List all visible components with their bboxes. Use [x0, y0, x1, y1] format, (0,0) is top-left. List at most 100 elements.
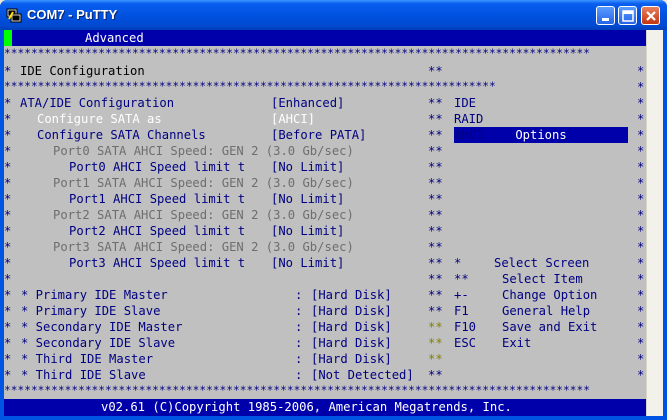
column-divider: ** [428, 128, 443, 142]
border-right: * [637, 304, 645, 318]
option-raid[interactable]: RAID [454, 111, 483, 127]
copyright-text: v02.61 (C)Copyright 1985-2006, American … [101, 400, 512, 414]
border-left: * [4, 256, 12, 270]
border-left: * [4, 64, 12, 78]
border-left: * [4, 128, 12, 142]
primary-ide-master-value[interactable]: [Hard Disk] [311, 287, 392, 303]
setting-sata-as-label[interactable]: Configure SATA as [37, 111, 162, 127]
border-right: * [637, 336, 645, 350]
help-desc: General Help [502, 304, 591, 318]
device-separator: : [295, 368, 303, 382]
port1-speed-limit-label[interactable]: Port1 AHCI Speed limit t [69, 191, 245, 207]
column-divider: ** [428, 224, 443, 238]
port0-speed-limit-value[interactable]: [No Limit] [271, 159, 344, 175]
vertical-scrollbar[interactable] [646, 30, 663, 416]
secondary-ide-slave-label[interactable]: * Secondary IDE Slave [21, 335, 175, 351]
border-right: * [637, 352, 645, 366]
setting-ata-ide-value[interactable]: [Enhanced] [271, 95, 344, 111]
column-divider: ** [428, 352, 443, 366]
putty-icon [6, 8, 22, 23]
port2-speed-limit-value[interactable]: [No Limit] [271, 223, 344, 239]
border-bottom: ****************************************… [4, 384, 590, 397]
border-left: * [4, 368, 12, 382]
section-separator: ****************************************… [4, 80, 496, 93]
primary-ide-slave-label[interactable]: * Primary IDE Slave [21, 303, 160, 319]
port2-speed-limit-label[interactable]: Port2 AHCI Speed limit t [69, 223, 245, 239]
terminal-cursor [4, 30, 12, 46]
column-divider: ** [428, 272, 443, 286]
border-right: * [637, 176, 645, 190]
column-divider: ** [428, 368, 443, 382]
column-divider: ** [428, 176, 443, 190]
port1-speed-limit-value[interactable]: [No Limit] [271, 191, 344, 207]
border-left: * [4, 112, 12, 126]
close-icon [646, 11, 656, 21]
border-right: * [637, 272, 645, 286]
setting-ata-ide-label[interactable]: ATA/IDE Configuration [20, 95, 174, 111]
border-right: * [637, 256, 645, 270]
border-right: * [637, 224, 645, 238]
primary-ide-slave-value[interactable]: [Hard Disk] [311, 303, 392, 319]
primary-ide-master-label[interactable]: * Primary IDE Master [21, 287, 168, 303]
border-left: * [4, 208, 12, 222]
help-desc: Exit [502, 336, 532, 350]
column-divider: ** [428, 112, 443, 126]
border-left: * [4, 176, 12, 190]
minimize-icon [602, 18, 609, 21]
border-left: * [4, 272, 12, 286]
device-separator: : [295, 288, 303, 302]
option-ide[interactable]: IDE [454, 95, 476, 111]
secondary-ide-slave-value[interactable]: [Hard Disk] [311, 335, 392, 351]
secondary-ide-master-label[interactable]: * Secondary IDE Master [21, 319, 182, 335]
setting-sata-channels-value[interactable]: [Before PATA] [271, 127, 366, 143]
putty-window: COM7 - PuTTY Advanced ******************… [0, 0, 667, 420]
border-right: * [637, 208, 645, 222]
help-desc: Select Item [502, 272, 583, 286]
option-ahci[interactable]: AHCI [454, 127, 483, 143]
port2-speed-info: Port2 SATA AHCI Speed: GEN 2 (3.0 Gb/sec… [53, 208, 354, 222]
column-divider: ** [428, 336, 443, 350]
border-right: * [637, 192, 645, 206]
port3-speed-info: Port3 SATA AHCI Speed: GEN 2 (3.0 Gb/sec… [53, 240, 354, 254]
border-left: * [4, 352, 12, 366]
device-separator: : [295, 320, 303, 334]
window-title: COM7 - PuTTY [27, 7, 118, 22]
help-desc: Save and Exit [502, 320, 598, 334]
minimize-button[interactable] [596, 6, 615, 25]
menu-tab-advanced[interactable]: Advanced [85, 30, 144, 46]
column-divider: ** [428, 208, 443, 222]
help-key: F10 [454, 320, 477, 334]
column-divider: ** [428, 320, 443, 334]
column-divider: ** [428, 64, 443, 78]
title-bar[interactable]: COM7 - PuTTY [0, 0, 667, 30]
port3-speed-limit-value[interactable]: [No Limit] [271, 255, 344, 271]
border-right: * [637, 320, 645, 334]
column-divider: ** [428, 144, 443, 158]
port3-speed-limit-label[interactable]: Port3 AHCI Speed limit t [69, 255, 245, 271]
secondary-ide-master-value[interactable]: [Hard Disk] [311, 319, 392, 335]
border-top: ****************************************… [4, 47, 590, 60]
terminal-screen[interactable]: Advanced *******************************… [4, 30, 646, 416]
port0-speed-info: Port0 SATA AHCI Speed: GEN 2 (3.0 Gb/sec… [53, 144, 354, 158]
section-title: IDE Configuration [20, 64, 145, 78]
border-right: * [637, 368, 645, 382]
close-button[interactable] [641, 6, 660, 25]
help-key: * [454, 256, 462, 270]
setting-sata-as-value[interactable]: [AHCI] [271, 111, 315, 127]
column-divider: ** [428, 192, 443, 206]
border-left: * [4, 288, 12, 302]
border-left: * [4, 160, 12, 174]
third-ide-slave-label[interactable]: * Third IDE Slave [21, 367, 146, 383]
column-divider: ** [428, 96, 443, 110]
setting-sata-channels-label[interactable]: Configure SATA Channels [37, 127, 206, 143]
help-key: ESC [454, 336, 477, 350]
border-left: * [4, 320, 12, 334]
third-ide-slave-value[interactable]: [Not Detected] [311, 367, 414, 383]
third-ide-master-label[interactable]: * Third IDE Master [21, 351, 153, 367]
maximize-button[interactable] [618, 6, 637, 25]
border-left: * [4, 336, 12, 350]
border-left: * [4, 144, 12, 158]
border-right: * [637, 64, 645, 78]
third-ide-master-value[interactable]: [Hard Disk] [311, 351, 392, 367]
port0-speed-limit-label[interactable]: Port0 AHCI Speed limit t [69, 159, 245, 175]
